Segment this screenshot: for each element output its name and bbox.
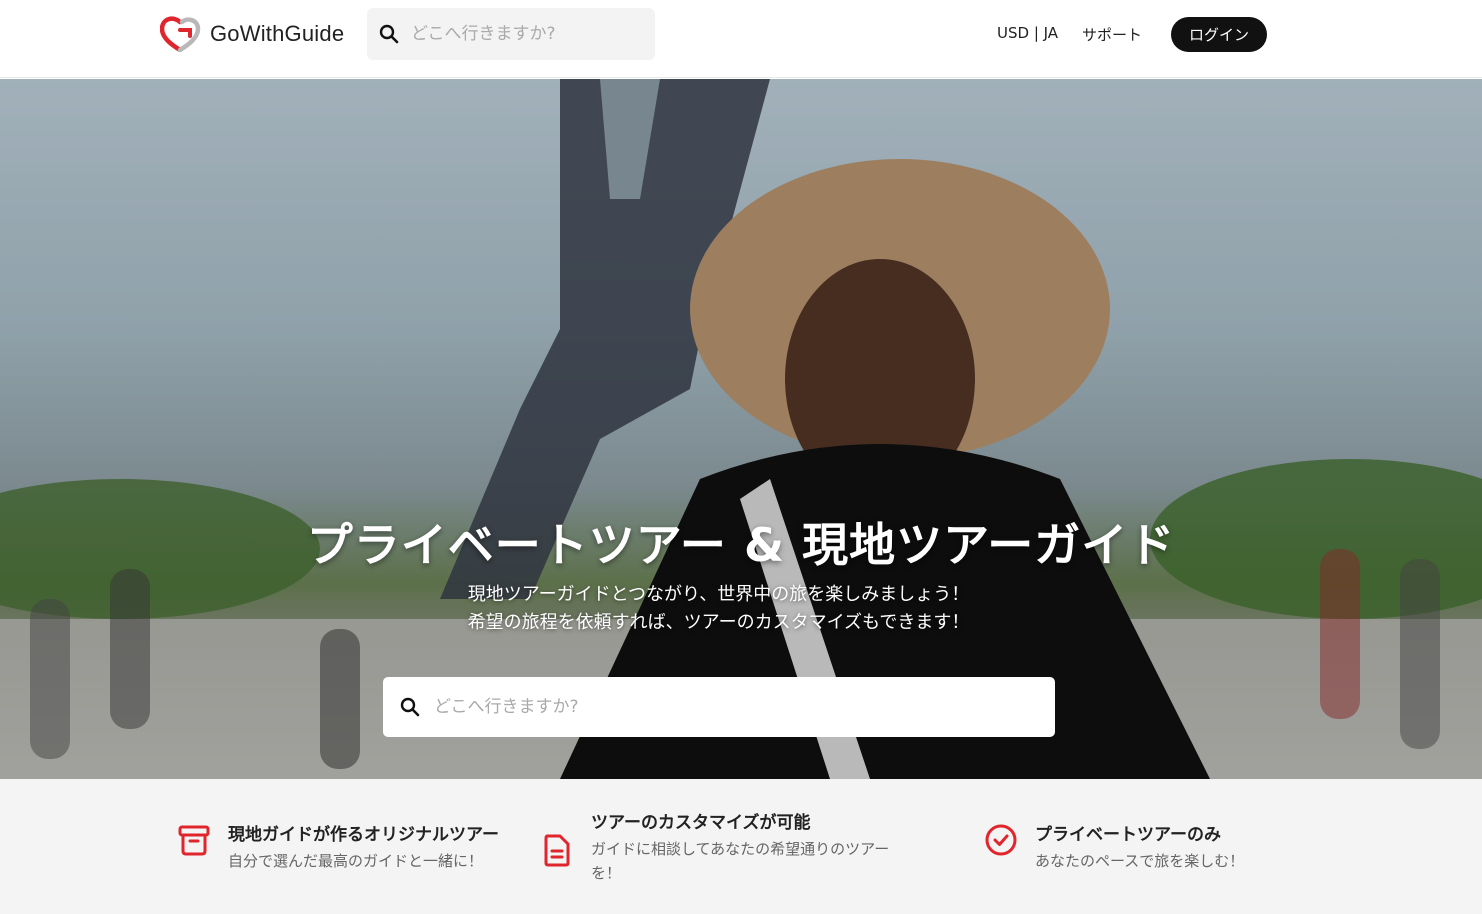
feature-customizable: ツアーのカスタマイズが可能 ガイドに相談してあなたの希望通りのツアーを！ bbox=[541, 811, 903, 885]
logo-text: GoWithGuide bbox=[210, 21, 345, 46]
logo[interactable]: GoWithGuide bbox=[160, 16, 344, 52]
feature-original-tours: 現地ガイドが作るオリジナルツアー 自分で選んだ最高のガイドと一緒に！ bbox=[178, 823, 499, 873]
top-header: GoWithGuide USD | JA サポート ログイン bbox=[0, 0, 1482, 78]
feature-desc: あなたのペースで旅を楽しむ！ bbox=[1035, 852, 1245, 870]
feature-private-only: プライベートツアーのみ あなたのペースで旅を楽しむ！ bbox=[985, 823, 1244, 873]
header-search-input[interactable] bbox=[411, 24, 641, 44]
currency-language-selector[interactable]: USD | JA bbox=[997, 24, 1058, 42]
hero-subtitle-line1: 現地ツアーガイドとつながり、世界中の旅を楽しみましょう！ bbox=[467, 584, 970, 605]
feature-desc: 自分で選んだ最高のガイドと一緒に！ bbox=[228, 852, 484, 870]
document-icon bbox=[544, 834, 570, 867]
hero-subtitle: 現地ツアーガイドとつながり、世界中の旅を楽しみましょう！ 希望の旅程を依頼すれば… bbox=[0, 581, 1437, 637]
check-circle-icon bbox=[985, 824, 1017, 856]
feature-title: プライベートツアーのみ bbox=[1035, 825, 1221, 845]
login-button[interactable]: ログイン bbox=[1171, 17, 1267, 52]
header-search-box[interactable] bbox=[367, 8, 655, 60]
archive-box-icon bbox=[178, 825, 210, 856]
hero-title: プライベートツアー & 現地ツアーガイド bbox=[306, 518, 1176, 572]
hero-search-input[interactable] bbox=[434, 697, 1034, 717]
feature-desc: ガイドに相談してあなたの希望通りのツアーを！ bbox=[591, 840, 890, 882]
hero-subtitle-line2: 希望の旅程を依頼すれば、ツアーのカスタマイズもできます！ bbox=[467, 612, 970, 633]
support-link[interactable]: サポート bbox=[1082, 24, 1142, 45]
hero-overlay bbox=[0, 79, 1482, 779]
gowithguide-logo-icon bbox=[160, 16, 201, 52]
feature-title: ツアーのカスタマイズが可能 bbox=[591, 813, 811, 833]
search-icon bbox=[400, 697, 420, 717]
hero-search-box[interactable] bbox=[383, 677, 1055, 737]
hero-banner: プライベートツアー & 現地ツアーガイド 現地ツアーガイドとつながり、世界中の旅… bbox=[0, 79, 1482, 779]
feature-title: 現地ガイドが作るオリジナルツアー bbox=[228, 825, 499, 845]
search-icon bbox=[379, 24, 399, 44]
feature-strip: 現地ガイドが作るオリジナルツアー 自分で選んだ最高のガイドと一緒に！ ツアーのカ… bbox=[0, 779, 1482, 914]
